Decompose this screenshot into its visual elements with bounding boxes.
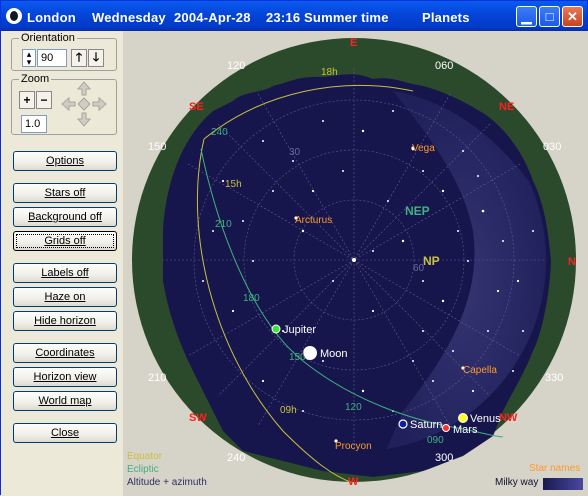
ecliptic-120: 120 [345, 402, 362, 413]
azimuth-150: 150 [148, 141, 166, 153]
north-pole: NP [423, 254, 440, 268]
arrow-down-icon: 🡓 [92, 49, 100, 64]
maximize-icon: □ [545, 9, 554, 24]
pan-arrows-icon[interactable] [59, 79, 109, 129]
star-procyon: Procyon [335, 441, 372, 452]
jupiter-icon[interactable] [271, 324, 281, 334]
legend-milky-way: Milky way [495, 477, 539, 488]
compass-w: W [348, 476, 359, 488]
legend-star-names: Star names [529, 463, 581, 474]
star-arcturus: Arcturus [295, 215, 332, 226]
plus-icon: + [23, 93, 31, 107]
minimize-button[interactable]: ▁ [516, 6, 537, 27]
compass-sw: SW [189, 412, 207, 424]
zoom-label: Zoom [19, 73, 52, 85]
planet-venus: Venus [470, 413, 501, 425]
legend-altaz: Altitude + azimuth [127, 477, 207, 488]
saturn-icon[interactable] [398, 419, 408, 429]
rotate-up-button[interactable]: 🡑 [71, 49, 87, 67]
ra-18h: 18h [321, 67, 338, 78]
zenith-marker [352, 258, 356, 262]
legend-equator: Equator [127, 451, 163, 462]
orientation-input[interactable]: 90 [37, 49, 67, 67]
maximize-button[interactable]: □ [539, 6, 560, 27]
ecliptic-240: 240 [211, 127, 228, 138]
planet-saturn: Saturn [410, 419, 442, 431]
zoom-out-button[interactable]: − [36, 91, 52, 109]
venus-icon[interactable] [458, 413, 468, 423]
compass-e: E [350, 37, 357, 49]
star-capella: Capella [463, 365, 497, 376]
milky-way-swatch [543, 478, 583, 490]
ra-09h: 09h [280, 405, 297, 416]
title-date: 2004-Apr-28 [174, 10, 251, 25]
haze-on-button[interactable]: Haze on [13, 287, 117, 307]
orientation-spinner[interactable]: ▴ ▾ [22, 49, 36, 67]
app-window: London Wednesday 2004-Apr-28 23:16 Summe… [0, 0, 588, 496]
moon-app-icon [6, 8, 22, 24]
planet-mars: Mars [453, 424, 478, 436]
ra-15h: 15h [225, 179, 242, 190]
azimuth-060: 060 [435, 60, 453, 72]
sky-chart-area[interactable]: E N W SE NE SW NW 120 060 150 030 210 33… [123, 31, 588, 496]
sky-map[interactable]: E N W SE NE SW NW 120 060 150 030 210 33… [123, 31, 588, 496]
compass-n: N [568, 256, 576, 268]
azimuth-030: 030 [543, 141, 561, 153]
coordinates-button[interactable]: Coordinates [13, 343, 117, 363]
star-vega: Vega [412, 143, 435, 154]
planet-jupiter: Jupiter [283, 324, 316, 336]
title-bar[interactable]: London Wednesday 2004-Apr-28 23:16 Summe… [1, 1, 587, 31]
compass-ne: NE [499, 101, 514, 113]
close-icon: ✕ [567, 8, 578, 24]
azimuth-240: 240 [227, 452, 245, 464]
compass-se: SE [189, 101, 204, 113]
close-button[interactable]: Close [13, 423, 117, 443]
title-location: London [27, 10, 76, 25]
minimize-icon: ▁ [521, 8, 532, 24]
altitude-30-label: 30 [289, 147, 301, 158]
options-button[interactable]: Options [13, 151, 117, 171]
compass-nw: NW [499, 412, 518, 424]
planet-moon: Moon [320, 348, 348, 360]
zoom-input[interactable]: 1.0 [21, 115, 47, 133]
legend-ecliptic: Ecliptic [127, 464, 159, 475]
stars-off-button[interactable]: Stars off [13, 183, 117, 203]
orientation-label: Orientation [19, 32, 77, 44]
azimuth-330: 330 [545, 372, 563, 384]
labels-off-button[interactable]: Labels off [13, 263, 117, 283]
title-mode: Planets [422, 10, 470, 25]
zoom-in-button[interactable]: + [19, 91, 35, 109]
arrow-up-icon: 🡑 [75, 49, 83, 64]
minus-icon: − [40, 93, 48, 107]
mars-icon[interactable] [442, 424, 450, 432]
title-day: Wednesday [92, 10, 166, 25]
world-map-button[interactable]: World map [13, 391, 117, 411]
ecliptic-210: 210 [215, 219, 232, 230]
ecliptic-180: 180 [243, 293, 260, 304]
north-ecliptic-pole: NEP [405, 204, 430, 218]
grids-off-button[interactable]: Grids off [13, 231, 117, 251]
azimuth-210: 210 [148, 372, 166, 384]
rotate-down-button[interactable]: 🡓 [88, 49, 104, 67]
hide-horizon-button[interactable]: Hide horizon [13, 311, 117, 331]
azimuth-120: 120 [227, 60, 245, 72]
close-window-button[interactable]: ✕ [562, 6, 583, 27]
control-panel: Orientation ▴ ▾ 90 🡑 🡓 Zoom + − 1.0 Optio… [1, 31, 123, 496]
title-time: 23:16 Summer time [266, 10, 389, 25]
horizon-view-button[interactable]: Horizon view [13, 367, 117, 387]
background-off-button[interactable]: Background off [13, 207, 117, 227]
azimuth-300: 300 [435, 452, 453, 464]
ecliptic-090: 090 [427, 435, 444, 446]
